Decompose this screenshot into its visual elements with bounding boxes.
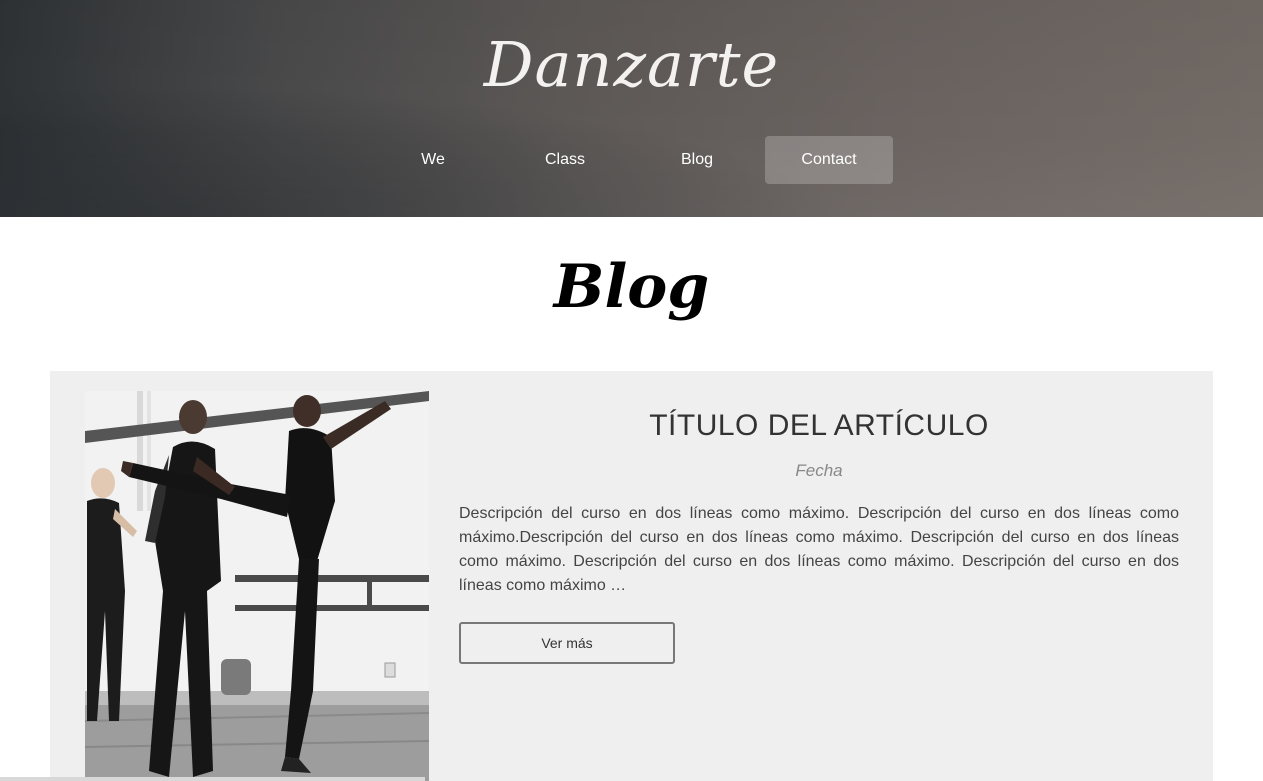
- nav-item-blog[interactable]: Blog: [633, 136, 761, 184]
- nav-item-class[interactable]: Class: [501, 136, 629, 184]
- main-nav: We Class Blog Contact: [0, 136, 1263, 184]
- site-header: Danzarte We Class Blog Contact: [0, 0, 1263, 217]
- read-more-button[interactable]: Ver más: [459, 622, 675, 664]
- page-title: Blog: [553, 252, 710, 322]
- article-date: Fecha: [795, 461, 843, 480]
- article-card: TÍTULO DEL ARTÍCULO Fecha Descripción de…: [50, 371, 1213, 781]
- site-logo[interactable]: Danzarte: [0, 28, 1263, 101]
- nav-item-we[interactable]: We: [369, 136, 497, 184]
- dancers-photo-illustration: [85, 391, 429, 781]
- article-title: TÍTULO DEL ARTÍCULO: [649, 409, 989, 442]
- article-description: Descripción del curso en dos líneas como…: [459, 505, 1179, 594]
- article-image: [85, 391, 429, 781]
- nav-item-contact[interactable]: Contact: [765, 136, 893, 184]
- horizontal-scrollbar[interactable]: [0, 777, 425, 781]
